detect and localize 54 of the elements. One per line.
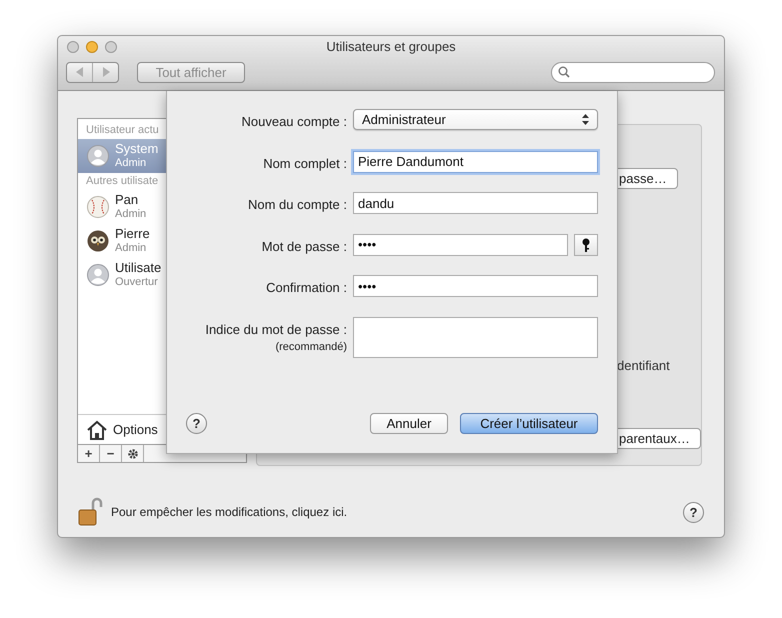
section-header: Autres utilisate (85, 174, 160, 189)
field-sublabel: (recommandé) (275, 340, 347, 355)
user-name: Pan (115, 193, 140, 207)
padlock-icon[interactable] (77, 497, 103, 527)
change-password-button[interactable]: passe… (617, 168, 678, 189)
key-icon (582, 238, 590, 252)
create-user-button[interactable]: Créer l’utilisateur (460, 413, 598, 434)
back-arrow-icon[interactable] (76, 67, 84, 77)
password-assistant-button[interactable] (574, 234, 598, 256)
search-icon (558, 66, 570, 78)
search-field[interactable] (551, 62, 715, 82)
password-field[interactable]: •••• (353, 234, 568, 256)
field-label: Confirmation : (266, 279, 347, 297)
user-role: Admin (115, 241, 148, 255)
window-title: Utilisateurs et groupes (325, 38, 457, 56)
options-label[interactable]: Options (113, 420, 158, 440)
field-label: Mot de passe : (262, 238, 347, 256)
field-label: Nom complet : (263, 154, 347, 173)
parental-controls-button[interactable]: parentaux… (617, 428, 701, 448)
section-header: Utilisateur actu (85, 123, 160, 138)
user-name: System (115, 142, 158, 156)
password-field[interactable]: •••• (353, 275, 598, 297)
user-silhouette-icon (87, 145, 109, 167)
user-role: Admin (115, 156, 148, 170)
text-field[interactable]: Pierre Dandumont (353, 150, 598, 172)
account-type-popup[interactable]: Administrateur (353, 109, 598, 130)
user-name: Utilisate (115, 261, 162, 275)
user-silhouette-icon (87, 264, 109, 286)
user-role: Ouvertur (115, 275, 159, 289)
up-down-arrows-icon (582, 114, 589, 125)
user-name: Pierre (115, 227, 150, 241)
field-label: Nouveau compte : (241, 113, 347, 131)
help-button[interactable]: ? (683, 502, 704, 522)
hint-field[interactable] (353, 316, 598, 358)
help-button[interactable]: ? (186, 413, 207, 434)
navigation-buttons[interactable] (66, 62, 119, 82)
add-button[interactable]: + (78, 445, 100, 462)
zoom-icon[interactable] (105, 41, 117, 53)
lock-instruction-text[interactable]: Pour empêcher les modifications, cliquez ici. (111, 503, 348, 521)
remove-button[interactable]: − (100, 445, 122, 462)
owl-icon (87, 230, 109, 252)
forward-arrow-icon[interactable] (102, 67, 110, 77)
field-label: Indice du mot de passe : (205, 320, 347, 339)
minimize-icon[interactable] (86, 41, 98, 53)
user-role: Admin (115, 207, 146, 221)
text-field[interactable]: dandu (353, 192, 598, 214)
field-label: Nom du compte : (248, 196, 347, 214)
house-icon (86, 420, 108, 440)
close-icon[interactable] (67, 41, 79, 53)
cancel-button[interactable]: Annuler (370, 413, 448, 434)
baseball-icon (87, 196, 109, 218)
gear-icon (126, 448, 138, 460)
popup-value: Administrateur (362, 110, 446, 129)
apple-id-text: dentifiant (617, 357, 671, 375)
